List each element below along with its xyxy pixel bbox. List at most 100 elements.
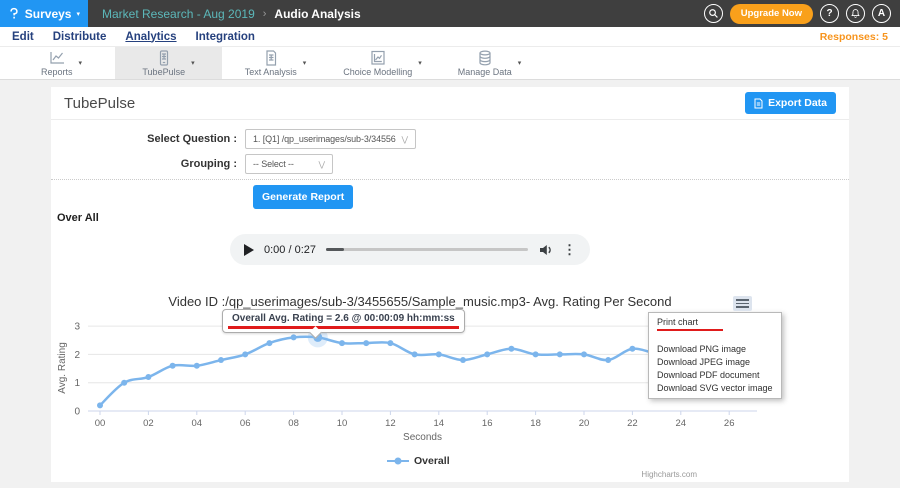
menu-separator [649,331,781,342]
export-data-label: Export Data [768,97,827,109]
product-name: Surveys [25,7,72,21]
select-question-row: Select Question : 1. [Q1] /qp_userimages… [51,129,849,149]
grouping-label: Grouping : [51,158,245,170]
toolbar-item-label: Choice Modelling [343,67,412,77]
select-question-dropdown[interactable]: 1. [Q1] /qp_userimages/sub-3/3455655/S..… [245,129,416,149]
chevron-down-icon[interactable]: ▾ [418,59,422,67]
chevron-down-icon: ▾ [76,10,80,18]
toolbar-item-label: Reports [41,67,73,77]
grouping-dropdown[interactable]: -- Select -- ⋁ [245,154,333,174]
toolbar-item-tubepulse[interactable]: TubePulse ▾ [115,47,222,79]
audio-player[interactable]: 0:00 / 0:27 ⋮ [230,234,590,265]
grouping-value: -- Select -- [253,159,313,169]
help-button[interactable]: ? [820,4,839,23]
top-header: Surveys ▾ Market Research - Aug 2019 › A… [0,0,900,27]
toolbar-item-label: Manage Data [458,67,512,77]
report-form: Select Question : 1. [Q1] /qp_userimages… [51,120,849,174]
reports-chart-icon [47,50,67,66]
svg-text:Seconds: Seconds [403,432,442,443]
chevron-down-icon[interactable]: ▾ [303,59,307,67]
chart-tooltip-text: Overall Avg. Rating = 2.6 @ 00:00:09 hh:… [232,313,455,324]
notifications-button[interactable] [846,4,865,23]
annotation-underline [228,326,459,329]
svg-text:14: 14 [434,418,445,429]
svg-text:18: 18 [530,418,541,429]
panel-header: TubePulse Export Data [51,87,849,120]
nav-tab-edit[interactable]: Edit [12,31,34,43]
breadcrumb: Market Research - Aug 2019 › Audio Analy… [102,7,361,21]
svg-text:16: 16 [482,418,493,429]
svg-text:10: 10 [337,418,348,429]
legend-marker-icon [387,457,409,465]
analytics-toolbar: Reports ▾ TubePulse ▾ Text Analysis ▾ Ch… [0,47,900,80]
dotted-divider [51,179,849,180]
chevron-down-icon[interactable]: ▾ [79,59,83,67]
svg-text:0: 0 [74,407,80,418]
generate-report-button[interactable]: Generate Report [253,185,353,209]
toolbar-item-manage-data[interactable]: Manage Data ▾ [436,47,543,79]
seek-bar-progress [326,248,344,251]
nav-tab-analytics[interactable]: Analytics [125,31,176,43]
search-button[interactable] [704,4,723,23]
svg-text:06: 06 [240,418,251,429]
chevron-down-icon: ⋁ [402,135,408,144]
select-question-value: 1. [Q1] /qp_userimages/sub-3/3455655/S..… [253,134,396,144]
menu-item-print-chart[interactable]: Print chart [649,313,781,327]
play-icon[interactable] [244,244,254,256]
tubepulse-panel: TubePulse Export Data Select Question : … [51,87,849,482]
svg-text:26: 26 [724,418,735,429]
chevron-down-icon[interactable]: ▾ [191,59,195,67]
questionpro-logo [8,6,20,21]
player-menu-icon[interactable]: ⋮ [563,243,576,256]
breadcrumb-current-page: Audio Analysis [274,7,360,21]
survey-nav: Edit Distribute Analytics Integration Re… [0,27,900,47]
text-analysis-icon [261,50,281,66]
upgrade-now-button[interactable]: Upgrade Now [730,4,813,24]
chevron-down-icon[interactable]: ▾ [518,59,522,67]
menu-item-download-svg[interactable]: Download SVG vector image [649,381,781,394]
chart-tooltip: Overall Avg. Rating = 2.6 @ 00:00:09 hh:… [222,309,465,333]
seek-bar[interactable] [326,248,528,251]
svg-text:12: 12 [385,418,396,429]
menu-item-download-jpeg[interactable]: Download JPEG image [649,355,781,368]
svg-text:04: 04 [192,418,203,429]
menu-item-download-pdf[interactable]: Download PDF document [649,368,781,381]
toolbar-item-choice-modelling[interactable]: Choice Modelling ▾ [329,47,436,79]
workspace: TubePulse Export Data Select Question : … [0,80,900,487]
svg-text:2: 2 [74,350,80,361]
responses-count-link[interactable]: Responses: 5 [820,31,888,43]
avatar-initial: A [878,8,885,19]
toolbar-item-label: TubePulse [142,67,185,77]
export-data-button[interactable]: Export Data [745,92,836,114]
panel-title: TubePulse [64,95,135,112]
chart-context-menu: Print chart Download PNG image Download … [648,312,782,399]
rating-chart: Video ID :/qp_userimages/sub-3/3455655/S… [51,289,849,482]
volume-icon[interactable] [538,243,553,257]
chevron-down-icon: ⋁ [319,160,325,169]
svg-text:08: 08 [288,418,299,429]
nav-tab-distribute[interactable]: Distribute [53,31,107,43]
export-file-icon [754,98,763,109]
manage-data-icon [475,50,495,66]
svg-text:24: 24 [676,418,687,429]
legend-label: Overall [414,455,450,467]
svg-text:02: 02 [143,418,154,429]
breadcrumb-survey-link[interactable]: Market Research - Aug 2019 [102,7,255,21]
nav-tab-integration[interactable]: Integration [196,31,255,43]
toolbar-item-reports[interactable]: Reports ▾ [8,47,115,79]
account-avatar[interactable]: A [872,4,891,23]
chart-context-menu-button[interactable] [733,296,752,311]
svg-text:1: 1 [74,378,80,389]
playback-time: 0:00 / 0:27 [264,244,316,256]
highcharts-credit-link[interactable]: Highcharts.com [641,470,697,479]
hamburger-icon [736,299,749,301]
toolbar-item-label: Text Analysis [245,67,297,77]
surveys-product-switcher[interactable]: Surveys ▾ [0,0,88,27]
svg-text:00: 00 [95,418,106,429]
menu-item-download-png[interactable]: Download PNG image [649,342,781,355]
legend-item-overall[interactable]: Overall [387,455,450,467]
header-actions: Upgrade Now ? A [704,4,900,24]
grouping-row: Grouping : -- Select -- ⋁ [51,154,849,174]
svg-text:22: 22 [627,418,638,429]
toolbar-item-text-analysis[interactable]: Text Analysis ▾ [222,47,329,79]
